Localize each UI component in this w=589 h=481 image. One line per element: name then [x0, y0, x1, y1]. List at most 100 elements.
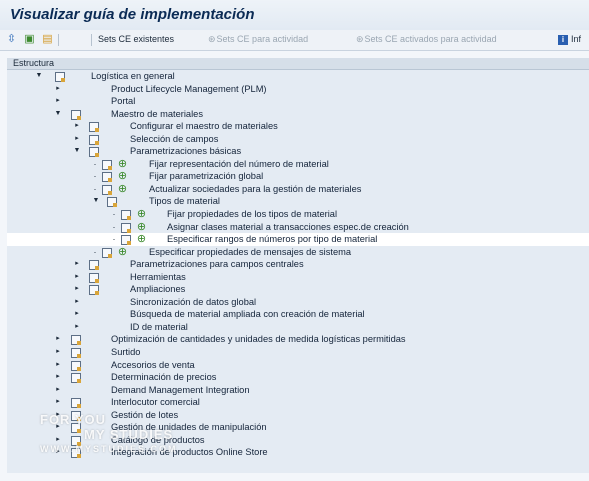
watermark: FOR YOU MY STUDIES WWW.MYSTUDIES.COM — [40, 412, 178, 457]
tree-node-plm[interactable]: ▸ Product Lifecycle Management (PLM) — [7, 83, 589, 96]
execute-activity-icon[interactable]: ⊕ — [136, 221, 147, 233]
collapse-icon[interactable]: ▼ — [54, 108, 62, 120]
tree-node-interlocutor-comercial[interactable]: ▸ Interlocutor comercial — [7, 396, 589, 409]
execute-activity-icon[interactable]: ⊕ — [136, 208, 147, 220]
documentation-icon[interactable] — [102, 172, 112, 183]
tree-node-label: Parametrizaciones básicas — [130, 146, 242, 157]
expand-icon[interactable]: ▸ — [73, 283, 81, 295]
tree-node-tipos-de-material[interactable]: ▼ Tipos de material — [7, 195, 589, 208]
expand-icon[interactable]: ▸ — [54, 396, 62, 408]
execute-activity-icon[interactable]: ⊕ — [136, 233, 147, 245]
expand-icon[interactable]: ▸ — [54, 333, 62, 345]
find-icon[interactable]: ⇳ — [5, 33, 18, 46]
documentation-icon[interactable] — [102, 159, 112, 170]
documentation-icon[interactable] — [71, 360, 81, 371]
tree-node-logistica-en-general[interactable]: ▼ Logística en general — [7, 70, 589, 83]
execute-activity-icon[interactable]: ⊕ — [117, 183, 128, 195]
tree-node-label: Tipos de material — [149, 196, 220, 207]
documentation-icon[interactable] — [71, 398, 81, 409]
sets-ce-actividad-button[interactable]: ⊛Sets CE para actividad — [208, 34, 308, 45]
sets-ce-activados-button[interactable]: ⊛Sets CE activados para actividad — [356, 34, 497, 45]
documentation-icon[interactable] — [89, 122, 99, 133]
documentation-icon[interactable] — [71, 348, 81, 359]
toolbar-separator — [58, 34, 59, 46]
documentation-icon[interactable] — [102, 184, 112, 195]
tree-node-label: Fijar propiedades de los tipos de materi… — [167, 209, 338, 220]
tree-node-accesorios-de-venta[interactable]: ▸ Accesorios de venta — [7, 359, 589, 372]
expand-icon[interactable]: ▸ — [54, 95, 62, 107]
tree-node-demand-management[interactable]: ▸ Demand Management Integration — [7, 384, 589, 397]
sets-ce-actividad-label: Sets CE para actividad — [216, 34, 309, 44]
documentation-icon[interactable] — [71, 335, 81, 346]
tree-node-campos-centrales[interactable]: ▸ Parametrizaciones para campos centrale… — [7, 258, 589, 271]
documentation-icon[interactable] — [71, 109, 81, 120]
tree-node-actualizar-sociedades[interactable]: · ⊕ Actualizar sociedades para la gestió… — [7, 183, 589, 196]
expand-icon[interactable]: ▸ — [54, 371, 62, 383]
tree-node-configurar-maestro[interactable]: ▸ Configurar el maestro de materiales — [7, 120, 589, 133]
tree-node-fijar-propiedades-tipos[interactable]: · ⊕ Fijar propiedades de los tipos de ma… — [7, 208, 589, 221]
tree-node-label: Maestro de materiales — [111, 108, 203, 119]
tree-node-herramientas[interactable]: ▸ Herramientas — [7, 271, 589, 284]
collapse-icon[interactable]: ▼ — [92, 195, 100, 207]
column-header-label: Estructura — [13, 58, 55, 68]
folder-icon[interactable]: ▤ — [41, 33, 54, 46]
tree-node-fijar-parametrizacion-global[interactable]: · ⊕ Fijar parametrización global — [7, 170, 589, 183]
expand-icon[interactable]: ▸ — [54, 384, 62, 396]
tree-node-portal[interactable]: ▸ Portal — [7, 95, 589, 108]
collapse-icon[interactable]: ▼ — [73, 145, 81, 157]
tree-node-fijar-representacion[interactable]: · ⊕ Fijar representación del número de m… — [7, 158, 589, 171]
sets-ce-existentes-button[interactable]: Sets CE existentes — [98, 34, 174, 44]
documentation-icon[interactable] — [89, 260, 99, 271]
sets-ce-icon: ⊛ — [208, 34, 216, 44]
tree-node-busqueda-material[interactable]: ▸ Búsqueda de material ampliada con crea… — [7, 308, 589, 321]
tree-node-sincronizacion[interactable]: ▸ Sincronización de datos global — [7, 296, 589, 309]
tree-node-optimizacion-cantidades[interactable]: ▸ Optimización de cantidades y unidades … — [7, 333, 589, 346]
expand-icon[interactable]: ▸ — [73, 133, 81, 145]
bullet-icon: · — [112, 209, 116, 220]
tree-node-label: Asignar clases material a transacciones … — [167, 221, 409, 232]
tree-node-asignar-clases[interactable]: · ⊕ Asignar clases material a transaccio… — [7, 221, 589, 234]
documentation-icon[interactable] — [121, 210, 131, 221]
watermark-line-1: FOR YOU — [40, 412, 106, 427]
info-button[interactable]: i Inf — [558, 34, 581, 45]
expand-icon[interactable]: ▸ — [73, 308, 81, 320]
documentation-icon[interactable] — [121, 235, 131, 246]
expand-icon[interactable]: ▸ — [54, 83, 62, 95]
release-notes-icon[interactable]: ▣ — [23, 33, 36, 46]
tree-node-label: Surtido — [111, 347, 141, 358]
expand-icon[interactable]: ▸ — [73, 258, 81, 270]
documentation-icon[interactable] — [89, 134, 99, 145]
expand-icon[interactable]: ▸ — [54, 346, 62, 358]
tree-node-maestro-de-materiales[interactable]: ▼ Maestro de materiales — [7, 108, 589, 121]
tree-node-seleccion-de-campos[interactable]: ▸ Selección de campos — [7, 133, 589, 146]
tree-node-especificar-mensajes[interactable]: · ⊕ Especificar propiedades de mensajes … — [7, 246, 589, 259]
tree-node-label: Parametrizaciones para campos centrales — [130, 259, 304, 270]
documentation-icon[interactable] — [55, 72, 65, 82]
execute-activity-icon[interactable]: ⊕ — [117, 158, 128, 170]
tree-node-parametrizaciones-basicas[interactable]: ▼ Parametrizaciones básicas — [7, 145, 589, 158]
collapse-icon[interactable]: ▼ — [35, 70, 43, 82]
documentation-icon[interactable] — [102, 247, 112, 258]
documentation-icon[interactable] — [107, 197, 117, 208]
documentation-icon[interactable] — [89, 147, 99, 158]
bullet-icon: · — [93, 246, 97, 257]
tree-node-ampliaciones[interactable]: ▸ Ampliaciones — [7, 283, 589, 296]
expand-icon[interactable]: ▸ — [73, 321, 81, 333]
documentation-icon[interactable] — [89, 285, 99, 296]
expand-icon[interactable]: ▸ — [73, 296, 81, 308]
tree-node-label: Determinación de precios — [111, 372, 217, 383]
tree-node-id-de-material[interactable]: ▸ ID de material — [7, 321, 589, 334]
tree-node-surtido[interactable]: ▸ Surtido — [7, 346, 589, 359]
tree-node-especificar-rangos[interactable]: · ⊕ Especificar rangos de números por ti… — [7, 233, 589, 246]
tree-node-determinacion-de-precios[interactable]: ▸ Determinación de precios — [7, 371, 589, 384]
execute-activity-icon[interactable]: ⊕ — [117, 170, 128, 182]
documentation-icon[interactable] — [89, 272, 99, 283]
tree-node-label: Logística en general — [91, 71, 175, 81]
documentation-icon[interactable] — [71, 373, 81, 384]
toolbar: ⇳ ▣ ▤ Sets CE existentes ⊛Sets CE para a… — [0, 30, 589, 51]
documentation-icon[interactable] — [121, 222, 131, 233]
execute-activity-icon[interactable]: ⊕ — [117, 246, 128, 258]
expand-icon[interactable]: ▸ — [73, 120, 81, 132]
expand-icon[interactable]: ▸ — [73, 271, 81, 283]
expand-icon[interactable]: ▸ — [54, 359, 62, 371]
